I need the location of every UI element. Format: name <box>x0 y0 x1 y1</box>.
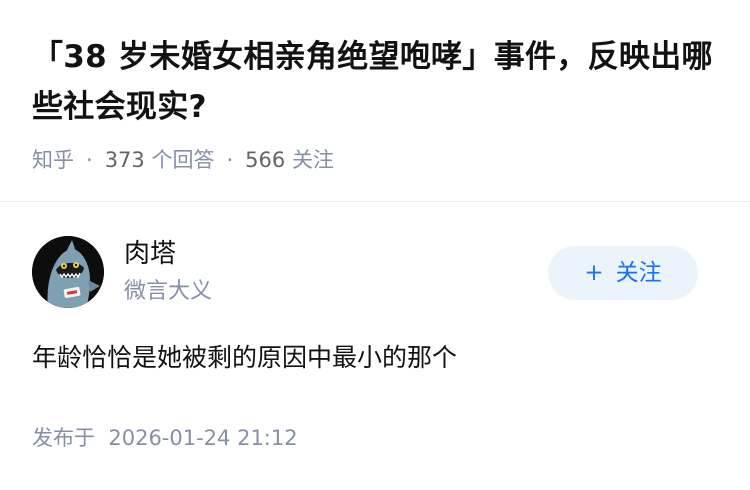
source-label[interactable]: 知乎 <box>32 148 74 172</box>
author-name[interactable]: 肉塔 <box>124 236 176 272</box>
follow-button[interactable]: + 关注 <box>548 246 698 300</box>
publish-time: 发布于 2026-01-24 21:12 <box>32 422 298 454</box>
answer-count[interactable]: 373 <box>105 148 145 172</box>
question-title[interactable]: 「38 岁未婚女相亲角绝望咆哮」事件，反映出哪些社会现实? <box>32 32 718 132</box>
follower-count-label[interactable]: 关注 <box>292 148 334 172</box>
publish-timestamp: 2026-01-24 21:12 <box>108 426 298 450</box>
meta-separator: · <box>226 148 234 172</box>
plus-icon: + <box>584 260 604 286</box>
answer-content[interactable]: 年龄恰恰是她被剩的原因中最小的那个 <box>32 338 457 378</box>
question-meta: 知乎 · 373 个回答 · 566 关注 <box>32 144 334 176</box>
avatar[interactable] <box>32 236 104 308</box>
follow-button-label: 关注 <box>615 260 662 286</box>
publish-label: 发布于 <box>32 426 95 450</box>
author-description: 微言大义 <box>124 279 213 304</box>
shark-avatar-icon <box>32 236 104 308</box>
follower-count[interactable]: 566 <box>245 148 285 172</box>
answer-count-label[interactable]: 个回答 <box>151 148 214 172</box>
meta-separator: · <box>86 148 93 172</box>
section-divider <box>0 201 750 202</box>
author-card: 肉塔 微言大义 + 关注 <box>32 236 718 308</box>
